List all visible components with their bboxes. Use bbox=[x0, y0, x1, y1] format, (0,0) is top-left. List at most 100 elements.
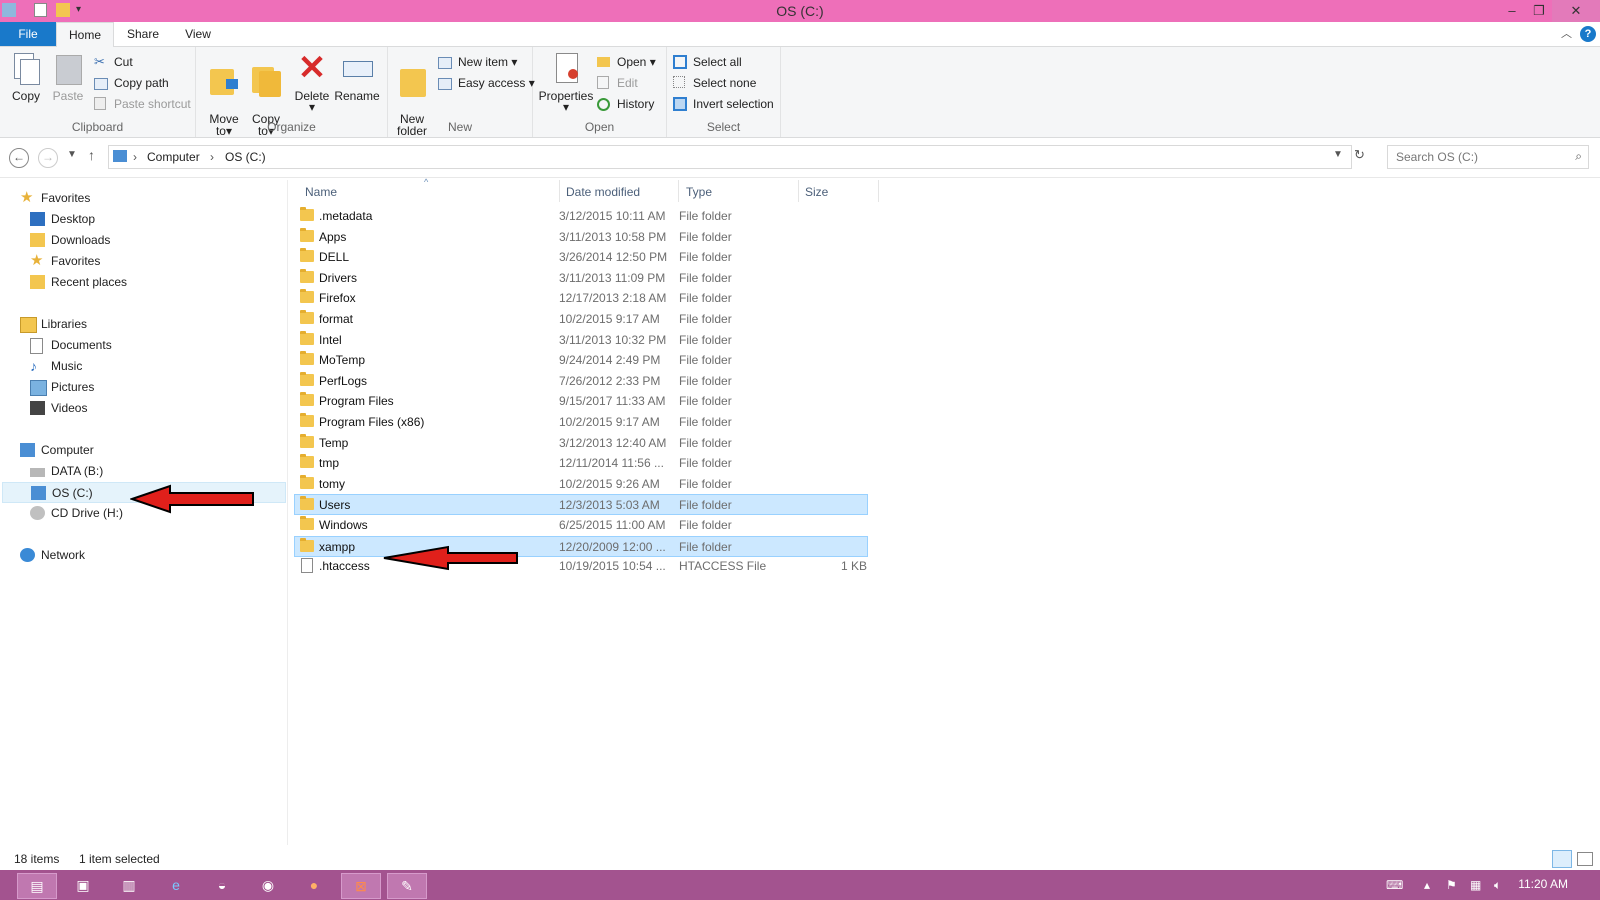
xampp-taskbar-icon[interactable]: ⊠ bbox=[341, 873, 381, 899]
cell-name: tomy bbox=[319, 476, 346, 491]
table-row[interactable]: Windows 6/25/2015 11:00 AM File folder bbox=[295, 515, 869, 535]
table-row[interactable]: Users 12/3/2013 5:03 AM File folder bbox=[294, 494, 868, 516]
red-arrow-annotation-xampp bbox=[383, 545, 518, 571]
copy-button[interactable]: Copy bbox=[8, 51, 44, 103]
back-arrow-icon[interactable]: ← bbox=[9, 148, 29, 168]
invert-selection-icon bbox=[673, 97, 687, 111]
properties-button[interactable]: Properties ▾ bbox=[537, 51, 595, 113]
table-row[interactable]: Intel 3/11/2013 10:32 PM File folder bbox=[295, 330, 869, 350]
table-row[interactable]: PerfLogs 7/26/2012 2:33 PM File folder bbox=[295, 371, 869, 391]
paste-icon bbox=[52, 51, 84, 85]
up-arrow-icon[interactable]: ↑ bbox=[88, 147, 95, 163]
delete-button[interactable]: ✕ Delete ▾ bbox=[292, 51, 332, 113]
history-button[interactable]: History bbox=[597, 95, 654, 113]
search-input[interactable]: Search OS (C:) ⌕ bbox=[1387, 145, 1589, 169]
cut-button[interactable]: ✂ Cut bbox=[94, 53, 133, 71]
details-view-icon[interactable] bbox=[1552, 850, 1572, 868]
desktop-icon bbox=[30, 212, 45, 226]
tab-share[interactable]: Share bbox=[117, 22, 169, 46]
forward-arrow-icon[interactable]: → bbox=[38, 148, 58, 168]
collapse-ribbon-icon[interactable]: ︿ bbox=[1561, 25, 1572, 41]
cell-date: 9/24/2014 2:49 PM bbox=[559, 353, 661, 368]
select-none-icon bbox=[673, 76, 685, 88]
clock[interactable]: 11:20 AM bbox=[1518, 877, 1568, 891]
address-dropdown-icon[interactable]: ▼ bbox=[1333, 149, 1343, 160]
recent-places-icon bbox=[30, 275, 45, 289]
table-row[interactable]: Program Files 9/15/2017 11:33 AM File fold… bbox=[295, 391, 869, 411]
table-row[interactable]: MoTemp 9/24/2014 2:49 PM File folder bbox=[295, 350, 869, 370]
organize-label: Organize bbox=[267, 120, 316, 134]
windows-drive-icon bbox=[31, 486, 46, 500]
network-tray-icon[interactable]: ▦ bbox=[1470, 878, 1481, 892]
breadcrumb-computer[interactable]: Computer bbox=[147, 150, 200, 164]
paint-taskbar-icon[interactable]: ✎ bbox=[387, 873, 427, 899]
internet-explorer-icon[interactable]: e bbox=[157, 873, 195, 897]
column-separator[interactable] bbox=[678, 180, 679, 202]
column-separator[interactable] bbox=[878, 180, 879, 202]
breadcrumb-os-c[interactable]: OS (C:) bbox=[225, 150, 266, 164]
cell-name: Apps bbox=[319, 229, 347, 244]
column-separator[interactable] bbox=[559, 180, 560, 202]
copy-path-button[interactable]: Copy path bbox=[94, 74, 169, 92]
volume-icon[interactable]: 🔈︎ bbox=[1494, 878, 1501, 893]
paste-button[interactable]: Paste bbox=[50, 51, 86, 103]
action-center-flag-icon[interactable]: ⚑ bbox=[1446, 878, 1457, 892]
select-none-button[interactable]: Select none bbox=[673, 74, 756, 92]
table-row[interactable]: Drivers 3/11/2013 11:09 PM File folder bbox=[295, 268, 869, 288]
table-row[interactable]: Temp 3/12/2013 12:40 AM File folder bbox=[295, 433, 869, 453]
close-icon[interactable]: ✕ bbox=[1552, 0, 1600, 22]
restore-icon[interactable]: ❐ bbox=[1525, 0, 1553, 22]
tab-file[interactable]: File bbox=[0, 22, 56, 46]
table-row[interactable]: xampp 12/20/2009 12:00 ... File folder bbox=[294, 535, 868, 557]
divider bbox=[0, 177, 1600, 178]
table-row[interactable]: Apps 3/11/2013 10:58 PM File folder bbox=[295, 227, 869, 247]
table-row[interactable]: tomy 10/2/2015 9:26 AM File folder bbox=[295, 474, 869, 494]
table-row[interactable]: tmp 12/11/2014 11:56 ... File folder bbox=[295, 453, 869, 473]
tab-home[interactable]: Home bbox=[56, 22, 114, 47]
paste-shortcut-button[interactable]: Paste shortcut bbox=[94, 95, 191, 113]
large-icons-view-icon[interactable] bbox=[1577, 852, 1593, 866]
table-row[interactable]: .metadata 3/12/2015 10:11 AM File folder bbox=[295, 206, 869, 226]
chrome-taskbar-icon[interactable]: ◉ bbox=[249, 873, 287, 897]
address-bar[interactable]: › Computer › OS (C:) ▼ bbox=[108, 145, 1352, 169]
column-header-type[interactable]: Type bbox=[686, 185, 712, 205]
title-bar: ▾ OS (C:) – ❐ ✕ bbox=[0, 0, 1600, 22]
archive-taskbar-icon[interactable]: ▥ bbox=[110, 873, 148, 897]
column-separator[interactable] bbox=[798, 180, 799, 202]
select-all-button[interactable]: Select all bbox=[673, 53, 742, 71]
search-icon[interactable]: ⌕ bbox=[1575, 149, 1582, 164]
edit-button[interactable]: Edit bbox=[597, 74, 638, 92]
column-header-date-modified[interactable]: Date modified bbox=[566, 185, 640, 205]
table-row[interactable]: format 10/2/2015 9:17 AM File folder bbox=[295, 309, 869, 329]
navigation-bar: ← → ▼ ↑ › Computer › OS (C:) ▼ ↻ Search … bbox=[0, 143, 1600, 173]
minimize-icon[interactable]: – bbox=[1498, 0, 1526, 22]
select-group: Select all Select none Invert selection … bbox=[667, 47, 781, 137]
eclipse-taskbar-icon[interactable]: ◒ bbox=[203, 873, 241, 897]
column-header-name[interactable]: Name bbox=[305, 185, 337, 205]
file-explorer-taskbar-icon[interactable]: ▤ bbox=[17, 873, 57, 899]
new-item-button[interactable]: New item ▾ bbox=[438, 53, 517, 71]
tab-view[interactable]: View bbox=[172, 22, 224, 46]
cell-name: .metadata bbox=[319, 209, 373, 223]
file-icon bbox=[301, 558, 313, 574]
folder-icon bbox=[300, 351, 314, 366]
easy-access-button[interactable]: Easy access ▾ bbox=[438, 74, 535, 92]
refresh-icon[interactable]: ↻ bbox=[1354, 147, 1365, 163]
rename-button[interactable]: Rename bbox=[334, 51, 380, 103]
help-icon[interactable]: ? bbox=[1580, 26, 1596, 42]
copy-to-icon bbox=[250, 63, 282, 97]
firefox-taskbar-icon[interactable]: ● bbox=[295, 873, 333, 897]
table-row[interactable]: Program Files (x86) 10/2/2015 9:17 AM File… bbox=[295, 412, 869, 432]
invert-selection-button[interactable]: Invert selection bbox=[673, 95, 774, 113]
app-taskbar-icon[interactable]: ▣ bbox=[64, 873, 102, 897]
table-row[interactable]: Firefox 12/17/2013 2:18 AM File folder bbox=[295, 288, 869, 308]
new-group: New folder New item ▾ Easy access ▾ New bbox=[388, 47, 535, 137]
select-all-icon bbox=[673, 55, 687, 69]
column-header-size[interactable]: Size bbox=[805, 185, 828, 205]
recent-locations-dropdown-icon[interactable]: ▼ bbox=[67, 149, 77, 160]
show-hidden-icons-icon[interactable]: ▴ bbox=[1424, 878, 1430, 892]
keyboard-icon[interactable]: ⌨ bbox=[1386, 878, 1403, 892]
cell-type: File folder bbox=[679, 270, 732, 285]
table-row[interactable]: DELL 3/26/2014 12:50 PM File folder bbox=[295, 247, 869, 267]
open-button[interactable]: Open ▾ bbox=[597, 53, 656, 71]
